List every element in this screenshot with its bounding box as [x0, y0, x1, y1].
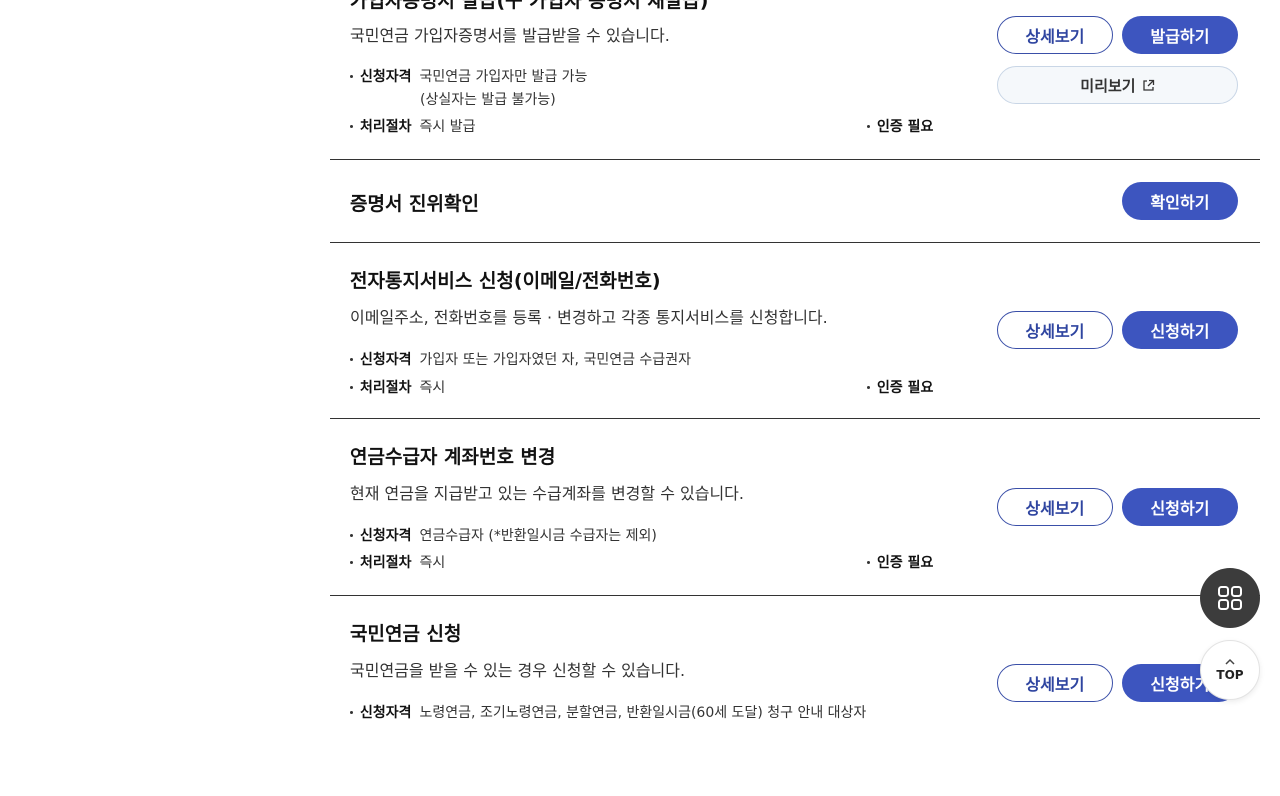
bullet-icon [350, 710, 353, 714]
service-title: 증명서 진위확인 [350, 193, 479, 215]
service-item-pension-apply: 국민연금 신청 국민연금을 받을 수 있는 경우 신청할 수 있습니다. 신청자… [330, 596, 1260, 796]
procedure-row: 처리절차 즉시 발급 [350, 116, 476, 136]
service-description: 이메일주소, 전화번호를 등록 · 변경하고 각종 통지서비스를 신청합니다. [350, 308, 828, 327]
eligibility-value: 가입자 또는 가입자였던 자, 국민연금 수급권자 [419, 352, 691, 368]
procedure-label: 처리절차 [360, 119, 412, 135]
procedure-label: 처리절차 [360, 380, 412, 396]
chevron-up-icon [1225, 658, 1235, 665]
quick-menu-button[interactable] [1200, 568, 1260, 628]
grid-icon [1218, 586, 1242, 610]
service-description: 현재 연금을 지급받고 있는 수급계좌를 변경할 수 있습니다. [350, 484, 744, 503]
service-title: 가입자증명서 발급(구 가입자 증명서 재발급) [350, 0, 709, 12]
eligibility-label: 신청자격 [360, 705, 412, 721]
auth-required: 인증 필요 [867, 377, 933, 397]
bullet-icon [867, 124, 870, 128]
bullet-icon [350, 385, 353, 389]
auth-required: 인증 필요 [867, 116, 933, 136]
detail-button[interactable]: 상세보기 [997, 488, 1113, 526]
external-link-icon [1142, 79, 1154, 91]
service-item-account-change: 연금수급자 계좌번호 변경 현재 연금을 지급받고 있는 수급계좌를 변경할 수… [330, 419, 1260, 596]
service-title: 전자통지서비스 신청(이메일/전화번호) [350, 270, 661, 292]
service-item-certificate: 가입자증명서 발급(구 가입자 증명서 재발급) 국민연금 가입자증명서를 발급… [330, 0, 1260, 160]
eligibility-row: 신청자격 국민연금 가입자만 발급 가능 (상실자는 발급 불가능) [350, 66, 588, 108]
bullet-icon [350, 74, 353, 78]
service-item-e-notice: 전자통지서비스 신청(이메일/전화번호) 이메일주소, 전화번호를 등록 · 변… [330, 243, 1260, 419]
service-list: 가입자증명서 발급(구 가입자 증명서 재발급) 국민연금 가입자증명서를 발급… [330, 0, 1260, 796]
auth-label: 인증 필요 [877, 380, 934, 396]
service-item-verify: 증명서 진위확인 확인하기 [330, 160, 1260, 243]
service-title: 국민연금 신청 [350, 623, 462, 645]
verify-button[interactable]: 확인하기 [1122, 182, 1238, 220]
eligibility-value: 노령연금, 조기노령연금, 분할연금, 반환일시금(60세 도달) 청구 안내 … [419, 705, 867, 721]
eligibility-row: 신청자격 연금수급자 (*반환일시금 수급자는 제외) [350, 525, 657, 545]
bullet-icon [350, 124, 353, 128]
apply-button[interactable]: 신청하기 [1122, 311, 1238, 349]
bullet-icon [867, 385, 870, 389]
bullet-icon [867, 560, 870, 564]
bullet-icon [350, 357, 353, 361]
procedure-row: 처리절차 즉시 [350, 552, 445, 572]
auth-label: 인증 필요 [877, 119, 934, 135]
scroll-top-button[interactable]: TOP [1200, 640, 1260, 700]
eligibility-subnote: (상실자는 발급 불가능) [420, 92, 556, 108]
eligibility-value: 연금수급자 (*반환일시금 수급자는 제외) [419, 528, 657, 544]
top-label: TOP [1216, 668, 1244, 682]
procedure-label: 처리절차 [360, 555, 412, 571]
preview-label: 미리보기 [1080, 76, 1136, 95]
service-description: 국민연금 가입자증명서를 발급받을 수 있습니다. [350, 26, 670, 45]
eligibility-label: 신청자격 [360, 69, 412, 85]
bullet-icon [350, 533, 353, 537]
eligibility-label: 신청자격 [360, 352, 412, 368]
detail-button[interactable]: 상세보기 [997, 664, 1113, 702]
procedure-value: 즉시 [419, 555, 446, 571]
issue-button[interactable]: 발급하기 [1122, 16, 1238, 54]
eligibility-label: 신청자격 [360, 528, 412, 544]
preview-button[interactable]: 미리보기 [997, 66, 1238, 104]
eligibility-row: 신청자격 노령연금, 조기노령연금, 분할연금, 반환일시금(60세 도달) 청구… [350, 702, 866, 722]
procedure-value: 즉시 발급 [419, 119, 476, 135]
service-title: 연금수급자 계좌번호 변경 [350, 446, 556, 468]
procedure-row: 처리절차 즉시 [350, 377, 445, 397]
eligibility-row: 신청자격 가입자 또는 가입자였던 자, 국민연금 수급권자 [350, 349, 691, 369]
eligibility-value: 국민연금 가입자만 발급 가능 [419, 69, 588, 85]
detail-button[interactable]: 상세보기 [997, 311, 1113, 349]
bullet-icon [350, 560, 353, 564]
procedure-value: 즉시 [419, 380, 446, 396]
apply-button[interactable]: 신청하기 [1122, 488, 1238, 526]
auth-label: 인증 필요 [877, 555, 934, 571]
service-description: 국민연금을 받을 수 있는 경우 신청할 수 있습니다. [350, 661, 686, 680]
auth-required: 인증 필요 [867, 552, 933, 572]
detail-button[interactable]: 상세보기 [997, 16, 1113, 54]
